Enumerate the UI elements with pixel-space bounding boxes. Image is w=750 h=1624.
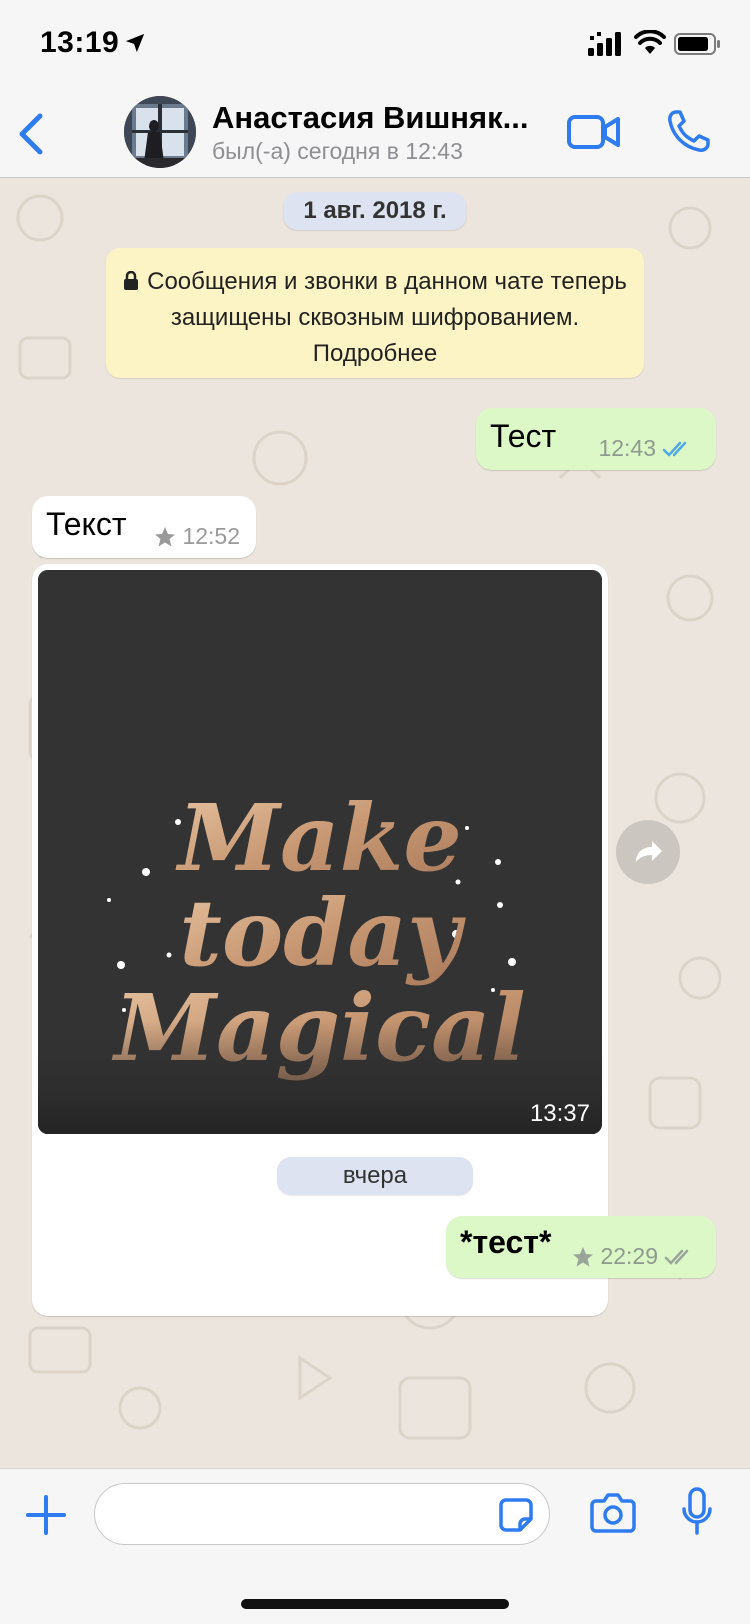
message-text: Тест bbox=[490, 418, 557, 454]
camera-icon[interactable] bbox=[590, 1491, 636, 1533]
wifi-icon bbox=[634, 30, 666, 54]
message-text: *тест* bbox=[460, 1224, 552, 1260]
read-ticks-icon bbox=[662, 441, 687, 457]
phone-call-icon[interactable] bbox=[666, 108, 712, 154]
video-call-icon[interactable] bbox=[566, 112, 622, 152]
star-icon bbox=[155, 526, 176, 546]
date-chip: вчера bbox=[277, 1157, 473, 1195]
message-image[interactable]: Make today Magical 13:37 bbox=[38, 570, 602, 1134]
date-chip: 1 авг. 2018 г. bbox=[283, 192, 467, 230]
lock-icon bbox=[124, 271, 139, 290]
chat-area[interactable]: 1 авг. 2018 г. Сообщения и звонки в данн… bbox=[0, 178, 750, 1468]
status-time: 13:19 bbox=[40, 26, 120, 59]
message-time: 12:43 bbox=[598, 435, 656, 461]
contact-name[interactable]: Анастасия Вишняк... bbox=[212, 100, 542, 136]
location-arrow-icon bbox=[125, 33, 145, 53]
star-icon bbox=[573, 1246, 594, 1266]
plus-icon[interactable] bbox=[24, 1493, 68, 1537]
back-chevron-icon[interactable] bbox=[12, 110, 52, 158]
message-time: 12:52 bbox=[182, 523, 240, 549]
message-time: 22:29 bbox=[600, 1243, 658, 1269]
cellular-signal-icon bbox=[588, 32, 621, 56]
message-input-bar bbox=[0, 1468, 750, 1624]
delivered-ticks-icon bbox=[664, 1249, 689, 1265]
message-bubble-outgoing[interactable]: Тест 12:43 bbox=[476, 408, 716, 470]
chat-header: Анастасия Вишняк... был(-а) сегодня в 12… bbox=[0, 90, 750, 178]
status-bar: 13:19 bbox=[0, 0, 750, 90]
home-indicator bbox=[241, 1599, 509, 1609]
encryption-notice-text: Сообщения и звонки в данном чате теперь … bbox=[147, 268, 627, 367]
sticker-icon[interactable] bbox=[498, 1497, 534, 1533]
contact-last-seen: был(-а) сегодня в 12:43 bbox=[212, 138, 463, 164]
message-bubble-outgoing[interactable]: *тест* 22:29 bbox=[446, 1216, 716, 1278]
make-today-magical-artwork: Make today Magical bbox=[38, 570, 602, 1134]
message-bubble-incoming[interactable]: Текст 12:52 bbox=[32, 496, 256, 558]
image-message-time: 13:37 bbox=[529, 1100, 590, 1127]
message-meta: 12:52 bbox=[154, 523, 240, 550]
image-message-bubble[interactable]: Make today Magical 13:37 bbox=[32, 564, 608, 1316]
message-input[interactable] bbox=[94, 1483, 550, 1545]
message-text: Текст bbox=[46, 506, 127, 542]
microphone-icon[interactable] bbox=[680, 1487, 714, 1537]
message-meta: 22:29 bbox=[572, 1243, 698, 1270]
battery-icon bbox=[674, 33, 720, 55]
forward-button[interactable] bbox=[616, 820, 680, 884]
message-meta: 12:43 bbox=[598, 435, 696, 462]
encryption-notice[interactable]: Сообщения и звонки в данном чате теперь … bbox=[106, 248, 644, 378]
avatar[interactable] bbox=[124, 96, 196, 168]
forward-arrow-icon bbox=[636, 841, 662, 862]
